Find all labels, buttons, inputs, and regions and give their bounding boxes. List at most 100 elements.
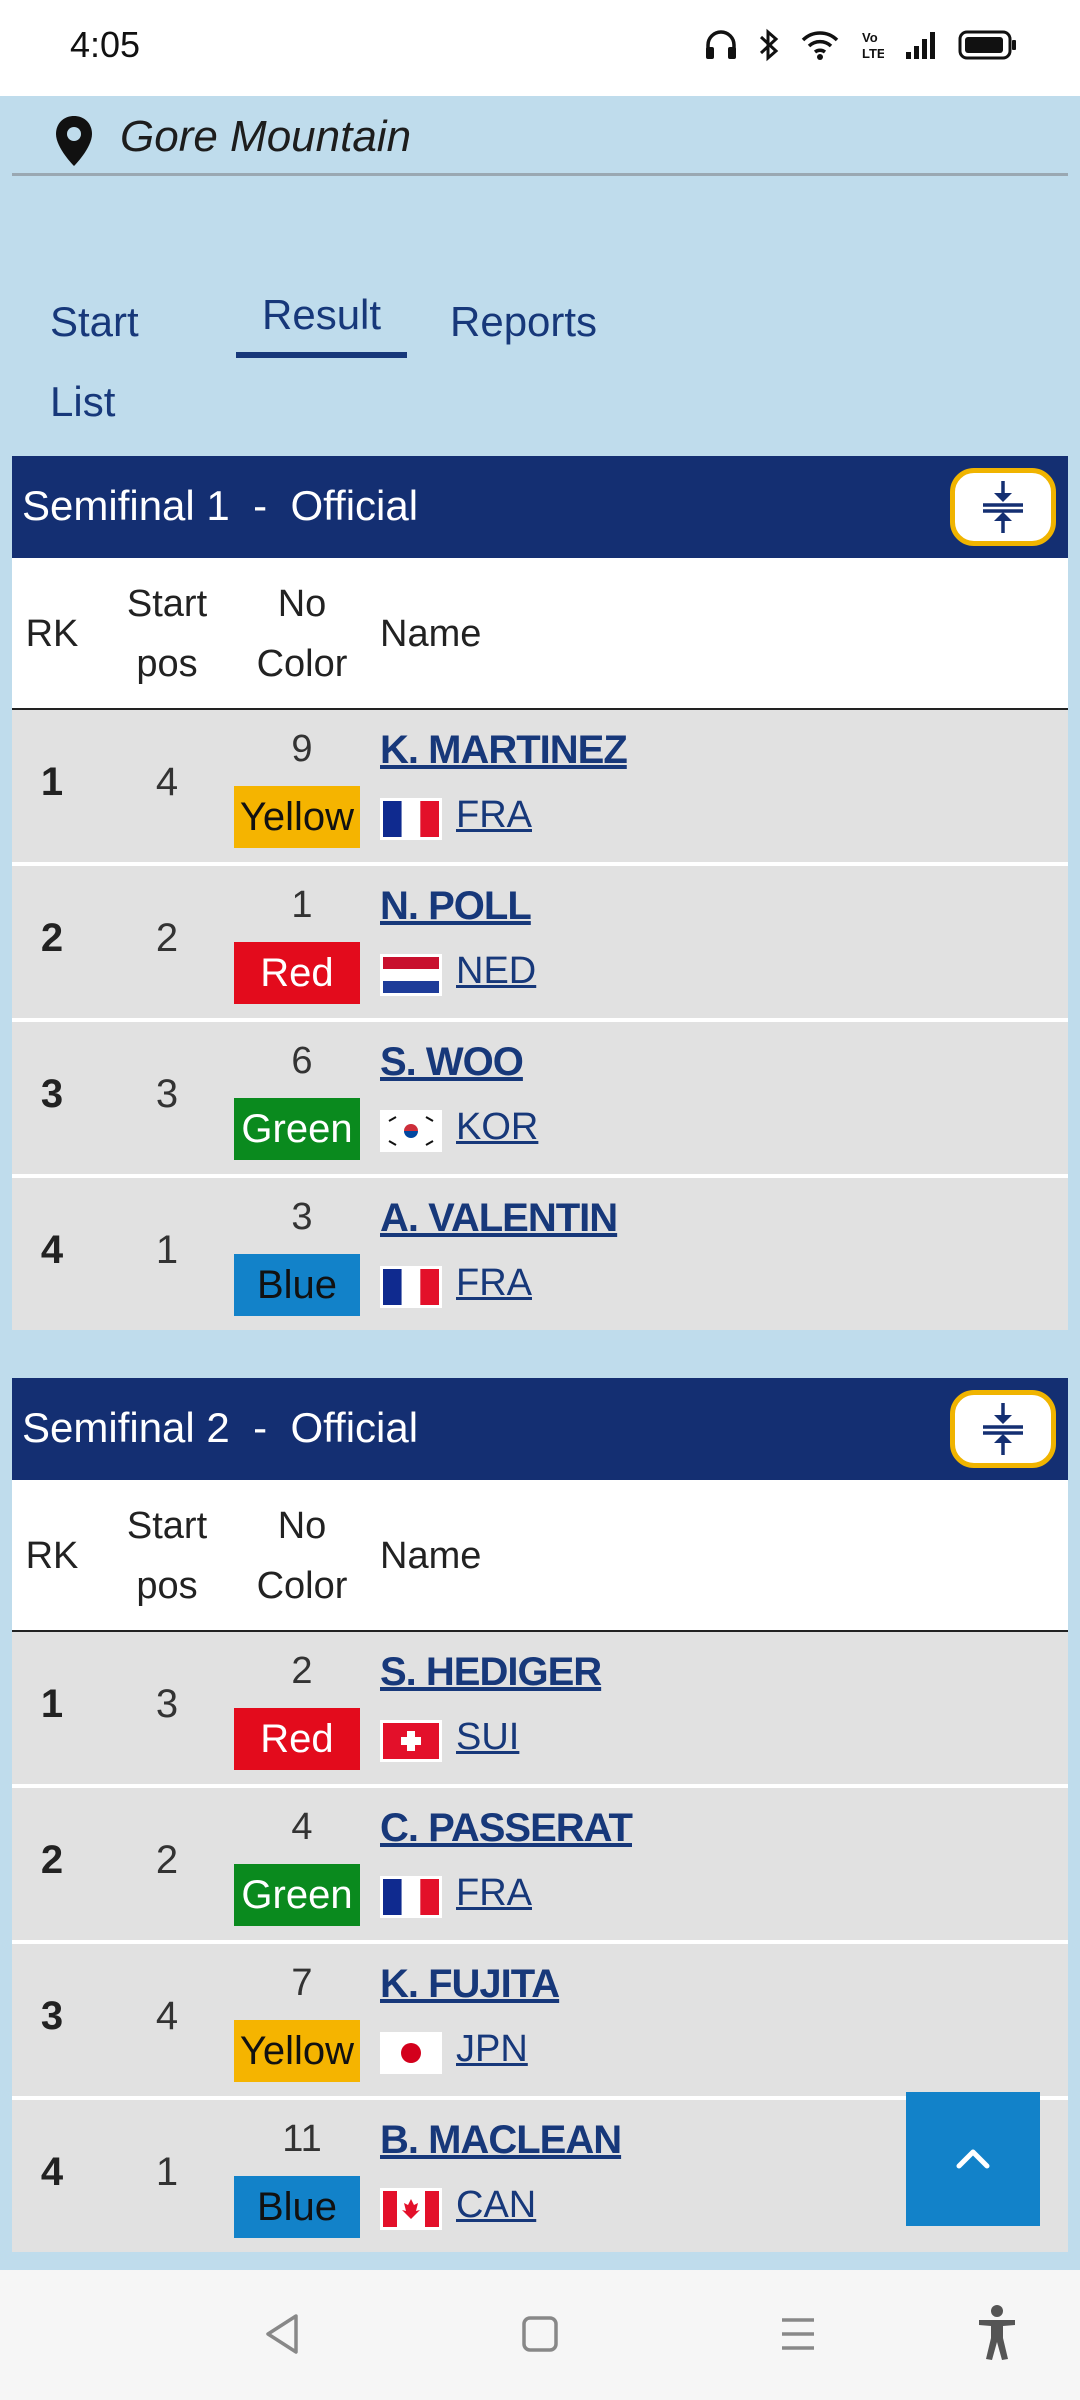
tab-reports[interactable]: Reports xyxy=(424,282,623,362)
venue-name: Gore Mountain xyxy=(120,112,412,161)
column-start-pos: Start pos xyxy=(126,1505,208,1607)
status-bar: 4:05 Vo LTE xyxy=(0,0,1080,96)
color-badge: Blue xyxy=(234,2176,360,2238)
bluetooth-icon xyxy=(758,28,780,62)
color-badge: Red xyxy=(234,942,360,1004)
column-name: Name xyxy=(380,1535,482,1577)
flag-ned-icon xyxy=(380,954,442,996)
flag-sui-icon xyxy=(380,1720,442,1762)
table-row: 4 1 3 Blue A. VALENTIN FRA xyxy=(12,1174,1068,1330)
flag-fra-icon xyxy=(380,1876,442,1918)
collapse-icon xyxy=(983,481,1023,533)
volte-icon: Vo LTE xyxy=(860,28,884,62)
athlete-name-link[interactable]: S. WOO xyxy=(380,1040,524,1085)
start-position: 1 xyxy=(155,1228,179,1272)
flag-jpn-icon xyxy=(380,2032,442,2074)
start-position: 3 xyxy=(155,1072,179,1116)
rank: 1 xyxy=(40,1682,64,1726)
bib-number: 9 xyxy=(291,728,313,770)
wifi-icon xyxy=(800,29,840,61)
flag-fra-icon xyxy=(380,798,442,840)
column-start-pos: Start pos xyxy=(126,583,208,685)
table-row: 1 3 2 Red S. HEDIGER SUI xyxy=(12,1632,1068,1784)
athlete-name-link[interactable]: K. FUJITA xyxy=(380,1962,560,2007)
chevron-up-icon xyxy=(956,2149,990,2169)
athlete-name-link[interactable]: S. HEDIGER xyxy=(380,1650,602,1695)
start-position: 4 xyxy=(155,1994,179,2038)
athlete-name-link[interactable]: C. PASSERAT xyxy=(380,1806,633,1851)
start-position: 2 xyxy=(155,1838,179,1882)
nation-link[interactable]: CAN xyxy=(456,2184,536,2227)
rank: 4 xyxy=(40,2150,64,2194)
map-pin-icon xyxy=(54,114,94,173)
accessibility-icon[interactable] xyxy=(976,2304,1018,2367)
rank: 1 xyxy=(40,760,64,804)
start-position: 1 xyxy=(155,2150,179,2194)
bib-number: 1 xyxy=(291,884,313,926)
bib-number: 3 xyxy=(291,1196,313,1238)
venue-header: Gore Mountain xyxy=(12,96,1068,176)
start-position: 4 xyxy=(155,760,179,804)
table-row: 3 3 6 Green S. WOO KOR xyxy=(12,1018,1068,1174)
tab-result[interactable]: Result xyxy=(236,278,408,358)
nation-link[interactable]: NED xyxy=(456,950,536,993)
tab-start-list[interactable]: Start List xyxy=(24,282,165,425)
athlete-name-link[interactable]: N. POLL xyxy=(380,884,532,929)
heat-header: Semifinal 1 - Official xyxy=(12,456,1068,558)
nation-link[interactable]: JPN xyxy=(456,2028,528,2071)
table-row: 3 4 7 Yellow K. FUJITA JPN xyxy=(12,1940,1068,2096)
table-row: 2 2 4 Green C. PASSERAT FRA xyxy=(12,1784,1068,1940)
rank: 4 xyxy=(40,1228,64,1272)
recents-icon[interactable] xyxy=(778,2312,818,2361)
color-badge: Red xyxy=(234,1708,360,1770)
column-no-color: No Color xyxy=(256,583,348,685)
flag-fra-icon xyxy=(380,1266,442,1308)
bib-number: 7 xyxy=(291,1962,313,2004)
back-icon[interactable] xyxy=(262,2312,302,2361)
table-row: 1 4 9 Yellow K. MARTINEZ FRA xyxy=(12,710,1068,862)
heat-panel: Semifinal 1 - Official RK Start pos No Co… xyxy=(12,456,1068,1330)
rank: 3 xyxy=(40,1994,64,2038)
results-body: 1 4 9 Yellow K. MARTINEZ FRA 2 2 1 Red N… xyxy=(12,710,1068,1330)
bib-number: 4 xyxy=(291,1806,313,1848)
status-time: 4:05 xyxy=(70,24,141,65)
heat-header: Semifinal 2 - Official xyxy=(12,1378,1068,1480)
athlete-name-link[interactable]: B. MACLEAN xyxy=(380,2118,622,2163)
table-row: 2 2 1 Red N. POLL NED xyxy=(12,862,1068,1018)
svg-text:LTE: LTE xyxy=(862,46,884,61)
color-badge: Green xyxy=(234,1098,360,1160)
column-rk: RK xyxy=(25,1535,79,1577)
color-badge: Blue xyxy=(234,1254,360,1316)
color-badge: Yellow xyxy=(234,2020,360,2082)
rank: 3 xyxy=(40,1072,64,1116)
bib-number: 2 xyxy=(291,1650,313,1692)
bib-number: 6 xyxy=(291,1040,313,1082)
collapse-icon xyxy=(983,1403,1023,1455)
collapse-button[interactable] xyxy=(950,1390,1056,1468)
column-name: Name xyxy=(380,613,482,655)
flag-can-icon xyxy=(380,2188,442,2230)
status-icons: Vo LTE xyxy=(704,28,1018,62)
start-position: 2 xyxy=(155,916,179,960)
bib-number: 11 xyxy=(282,2118,322,2160)
column-header-row: RK Start pos No Color Name xyxy=(12,558,1068,710)
nation-link[interactable]: FRA xyxy=(456,1872,532,1915)
flag-kor-icon xyxy=(380,1110,442,1152)
battery-icon xyxy=(958,30,1018,60)
nation-link[interactable]: FRA xyxy=(456,1262,532,1305)
column-rk: RK xyxy=(25,613,79,655)
rank: 2 xyxy=(40,1838,64,1882)
home-icon[interactable] xyxy=(520,2312,560,2361)
heat-title: Semifinal 2 - Official xyxy=(22,1404,419,1451)
scroll-to-top-button[interactable] xyxy=(906,2092,1040,2226)
nation-link[interactable]: KOR xyxy=(456,1106,538,1149)
system-nav-bar xyxy=(0,2270,1080,2400)
nation-link[interactable]: SUI xyxy=(456,1716,519,1759)
start-position: 3 xyxy=(155,1682,179,1726)
nation-link[interactable]: FRA xyxy=(456,794,532,837)
athlete-name-link[interactable]: A. VALENTIN xyxy=(380,1196,618,1241)
collapse-button[interactable] xyxy=(950,468,1056,546)
column-header-row: RK Start pos No Color Name xyxy=(12,1480,1068,1632)
svg-text:Vo: Vo xyxy=(862,30,878,45)
athlete-name-link[interactable]: K. MARTINEZ xyxy=(380,728,628,773)
